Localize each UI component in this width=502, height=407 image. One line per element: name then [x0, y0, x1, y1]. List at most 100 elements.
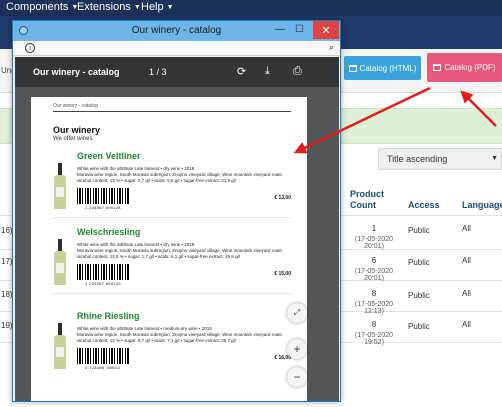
chevron-down-icon: ▼: [166, 3, 174, 11]
wine-description-line: alcohol content: 12 % • sugar: 8,7 g/l •…: [77, 338, 237, 343]
language-value: All: [462, 256, 471, 265]
column-product-count-line2: Count: [350, 200, 376, 210]
menu-help-label: Help: [141, 1, 164, 13]
info-icon[interactable]: i: [25, 43, 35, 53]
wine-name: Welschriesling: [77, 227, 141, 237]
row-id: 16): [1, 226, 13, 235]
header-rule: [53, 111, 291, 112]
column-product-count-line1: Product: [350, 189, 385, 199]
menu-components-label: Components: [6, 1, 69, 13]
pdf-page: Our winery - catalog Our winery We offer…: [31, 97, 307, 401]
wine-description-line: alcohol content: 13 % • sugar: 2,7 g/l •…: [77, 178, 237, 183]
pdf-subtitle: We offer wines: [53, 136, 93, 142]
product-count: 6 (17-05-2020 20:01): [346, 256, 402, 282]
wine-price: € 15,00: [274, 271, 291, 277]
sort-select-value: Title ascending: [387, 154, 448, 164]
catalog-html-button[interactable]: Catalog (HTML): [344, 56, 421, 80]
product-count: 8 (17-05-2020 19:52): [346, 320, 402, 346]
menu-extensions[interactable]: Extensions ▼: [77, 1, 141, 13]
window-title: Our winery - catalog: [131, 25, 222, 36]
wine-bottle-image: [53, 239, 67, 285]
page-indicator: 1 / 3: [149, 67, 167, 77]
row-id: 19): [1, 321, 13, 330]
wine-entry: Green Veltliner White wine with the attr…: [53, 151, 291, 221]
wine-entry: Rhine Riesling White wine with the attri…: [53, 311, 291, 381]
maximize-button[interactable]: ☐: [295, 24, 304, 35]
wine-price: € 13,00: [274, 195, 291, 201]
barcode-number: 1 234567 890128: [85, 205, 121, 210]
pdf-viewer: Our winery - catalog 1 / 3 ⟳ ⤓ ⎙ Our win…: [15, 57, 339, 401]
pdf-viewer-toolbar: Our winery - catalog 1 / 3 ⟳ ⤓ ⎙: [15, 57, 339, 87]
row-id: 17): [1, 257, 13, 266]
rotate-icon[interactable]: ⟳: [237, 65, 246, 78]
menu-components[interactable]: Components ▼: [6, 1, 78, 13]
count-date: (17-05-2020 20:01): [354, 268, 394, 282]
window-title-bar[interactable]: Our winery - catalog — ☐ ✕: [13, 21, 340, 41]
barcode-number: 1 234567 894140: [85, 281, 121, 286]
menu-extensions-label: Extensions: [77, 1, 131, 13]
fit-page-button[interactable]: ⤢: [287, 303, 307, 323]
document-icon: [348, 64, 357, 72]
print-icon[interactable]: ⎙: [293, 65, 302, 78]
minimize-button[interactable]: —: [275, 24, 285, 35]
language-value: All: [462, 320, 471, 329]
barcode-icon: [77, 348, 129, 364]
zoom-icon[interactable]: ⌕: [329, 42, 334, 53]
access-value: Public: [408, 322, 430, 331]
close-icon: ✕: [321, 24, 331, 37]
sort-select[interactable]: Title ascending ▼: [378, 148, 502, 170]
catalog-pdf-label: Catalog (PDF): [444, 63, 496, 72]
wine-description: White wine with the attribute Late harve…: [77, 242, 291, 260]
language-value: All: [462, 224, 471, 233]
zoom-in-button[interactable]: +: [287, 339, 307, 359]
count-value: 8: [371, 320, 377, 329]
chevron-down-icon: ▼: [491, 155, 498, 162]
language-value: All: [462, 289, 471, 298]
menu-help[interactable]: Help ▼: [141, 1, 174, 13]
product-count: 8 (17-05-2020 12:13): [346, 289, 402, 315]
count-value: 8: [371, 289, 377, 298]
access-value: Public: [408, 258, 430, 267]
barcode-icon: [77, 188, 129, 204]
wine-name: Rhine Riesling: [77, 311, 140, 321]
address-bar: i ⌕: [13, 41, 340, 56]
chevron-down-icon: ▼: [133, 3, 141, 11]
pdf-running-header: Our winery - catalog: [53, 103, 98, 109]
wine-bottle-image: [53, 323, 67, 369]
count-value: 1: [371, 224, 377, 233]
wine-price: € 16,00: [274, 355, 291, 361]
count-date: (17-05-2020 12:13): [354, 301, 394, 315]
close-button[interactable]: ✕: [313, 21, 339, 39]
wine-description: White wine with the attribute Late harve…: [77, 166, 291, 184]
wine-entry: Welschriesling White wine with the attri…: [53, 227, 291, 297]
barcode-icon: [77, 264, 129, 280]
download-icon[interactable]: ⤓: [265, 65, 270, 78]
count-date: (17-05-2020 19:52): [354, 332, 394, 346]
pdf-title: Our winery: [53, 125, 101, 135]
access-value: Public: [408, 291, 430, 300]
plus-icon: +: [293, 342, 301, 356]
column-language[interactable]: Language: [462, 200, 502, 211]
count-value: 6: [371, 256, 377, 265]
minus-icon: −: [293, 370, 301, 384]
admin-top-menu: Components ▼ Extensions ▼ Help ▼: [0, 0, 502, 16]
entry-divider: [53, 293, 291, 294]
row-id: 18): [1, 290, 13, 299]
catalog-html-label: Catalog (HTML): [359, 63, 417, 73]
count-date: (17-05-2020 20:01): [354, 236, 394, 250]
catalog-popup-window: Our winery - catalog — ☐ ✕ i ⌕ Our winer…: [12, 20, 341, 402]
fit-page-icon: ⤢: [293, 308, 301, 317]
wine-name: Green Veltliner: [77, 151, 141, 161]
pdf-document-title: Our winery - catalog: [33, 67, 120, 77]
barcode-number: 0 123456 789012: [85, 365, 121, 370]
column-access[interactable]: Access: [408, 200, 440, 211]
wine-bottle-image: [53, 163, 67, 209]
entry-divider: [53, 217, 291, 218]
document-icon: [433, 64, 442, 71]
column-product-count[interactable]: Product Count: [350, 189, 384, 211]
zoom-out-button[interactable]: −: [287, 367, 307, 387]
access-value: Public: [408, 226, 430, 235]
catalog-pdf-button[interactable]: Catalog (PDF): [427, 53, 502, 82]
wine-description: White wine with the attribute Late harve…: [77, 326, 291, 344]
wine-description-line: alcohol content: 12,5 % • sugar: 1,7 g/l…: [77, 254, 240, 259]
